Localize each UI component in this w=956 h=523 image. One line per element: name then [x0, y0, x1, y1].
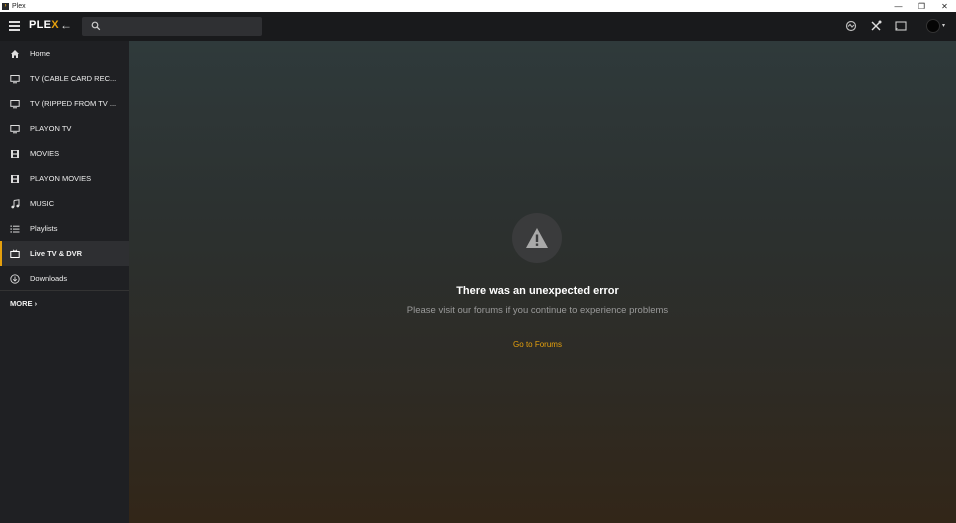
sidebar-item-movies[interactable]: MOVIES [0, 141, 129, 166]
sidebar-item-label: MUSIC [30, 199, 55, 208]
window-titlebar: › Plex — ❐ ✕ [0, 0, 956, 12]
cast-icon[interactable] [895, 20, 907, 32]
home-icon [11, 49, 19, 58]
sidebar-item-playon-movies[interactable]: PLAYON MOVIES [0, 166, 129, 191]
search-icon [91, 21, 101, 31]
monitor-icon [10, 99, 20, 108]
sidebar-item-label: Downloads [30, 274, 68, 283]
sidebar-item-label: MOVIES [30, 149, 60, 158]
sidebar-item-downloads[interactable]: Downloads [0, 266, 129, 291]
sidebar-item-label: PLAYON MOVIES [30, 174, 92, 183]
activity-icon[interactable] [845, 20, 857, 32]
settings-tools-icon[interactable] [870, 20, 882, 32]
sidebar-item-playlists[interactable]: Playlists [0, 216, 129, 241]
sidebar-item-label: TV (CABLE CARD REC... [30, 74, 117, 83]
tv-icon [10, 248, 20, 258]
monitor-icon [10, 124, 20, 133]
film-icon [11, 149, 19, 158]
monitor-icon [10, 74, 20, 83]
sidebar-item-label: Live TV & DVR [30, 249, 83, 258]
sidebar-item-music[interactable]: MUSIC [0, 191, 129, 216]
back-arrow-icon[interactable]: ← [60, 18, 72, 32]
sidebar-item-label: Playlists [30, 224, 58, 233]
music-note-icon [11, 198, 20, 208]
user-avatar[interactable] [926, 19, 940, 33]
sidebar: Home TV (CABLE CARD REC... TV (RIPPED FR… [0, 41, 129, 523]
plex-app-icon: › [2, 2, 9, 10]
sidebar-item-tv-cable-card[interactable]: TV (CABLE CARD REC... [0, 66, 129, 91]
restore-button[interactable]: ❐ [910, 0, 933, 12]
sidebar-item-label: PLAYON TV [30, 124, 72, 133]
plex-logo[interactable]: PLEX [29, 19, 59, 31]
error-subtitle: Please visit our forums if you continue … [406, 305, 669, 316]
sidebar-divider [0, 290, 129, 291]
list-icon [10, 225, 20, 233]
main-content: There was an unexpected error Please vis… [129, 41, 956, 523]
error-title: There was an unexpected error [456, 285, 619, 297]
hamburger-menu-icon[interactable] [9, 21, 20, 31]
sidebar-item-label: TV (RIPPED FROM TV ... [30, 99, 117, 108]
search-input[interactable] [106, 17, 256, 36]
search-box[interactable] [82, 17, 262, 36]
download-icon [10, 273, 20, 284]
window-title: Plex [12, 2, 26, 10]
close-window-button[interactable]: ✕ [933, 0, 956, 12]
sidebar-item-playon-tv[interactable]: PLAYON TV [0, 116, 129, 141]
sidebar-item-home[interactable]: Home [0, 41, 129, 66]
top-bar: PLEX ← ▾ [0, 12, 956, 41]
more-button[interactable]: MORE › [10, 299, 37, 308]
sidebar-item-live-tv-dvr[interactable]: Live TV & DVR [0, 241, 129, 266]
chevron-down-icon[interactable]: ▾ [942, 22, 945, 29]
film-icon [11, 174, 19, 183]
sidebar-item-label: Home [30, 49, 51, 58]
warning-badge [512, 213, 562, 263]
go-to-forums-link[interactable]: Go to Forums [129, 340, 946, 349]
sidebar-item-tv-ripped[interactable]: TV (RIPPED FROM TV ... [0, 91, 129, 116]
minimize-button[interactable]: — [887, 0, 910, 12]
warning-triangle-icon [526, 228, 548, 248]
